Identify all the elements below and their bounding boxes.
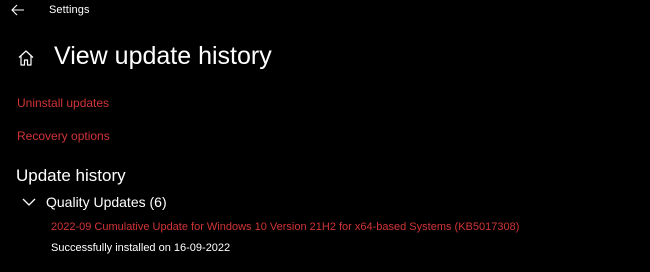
quality-updates-label: Quality Updates (6) bbox=[46, 194, 167, 210]
back-button[interactable] bbox=[9, 2, 27, 18]
home-icon[interactable] bbox=[17, 49, 35, 67]
update-history-heading: Update history bbox=[16, 166, 126, 185]
page-header: View update history bbox=[0, 40, 650, 76]
settings-window: Settings View update history Uninstall u… bbox=[0, 0, 650, 272]
quality-updates-group-toggle[interactable]: Quality Updates (6) bbox=[22, 192, 167, 212]
recovery-options-link[interactable]: Recovery options bbox=[17, 129, 110, 143]
title-bar: Settings bbox=[0, 0, 650, 22]
update-item-link[interactable]: 2022-09 Cumulative Update for Windows 10… bbox=[51, 221, 519, 233]
update-item-status: Successfully installed on 16-09-2022 bbox=[51, 242, 231, 254]
uninstall-updates-link[interactable]: Uninstall updates bbox=[17, 96, 109, 110]
page-title: View update history bbox=[54, 42, 272, 70]
chevron-down-icon bbox=[22, 195, 36, 209]
app-title: Settings bbox=[49, 4, 90, 16]
back-arrow-icon bbox=[11, 4, 24, 16]
